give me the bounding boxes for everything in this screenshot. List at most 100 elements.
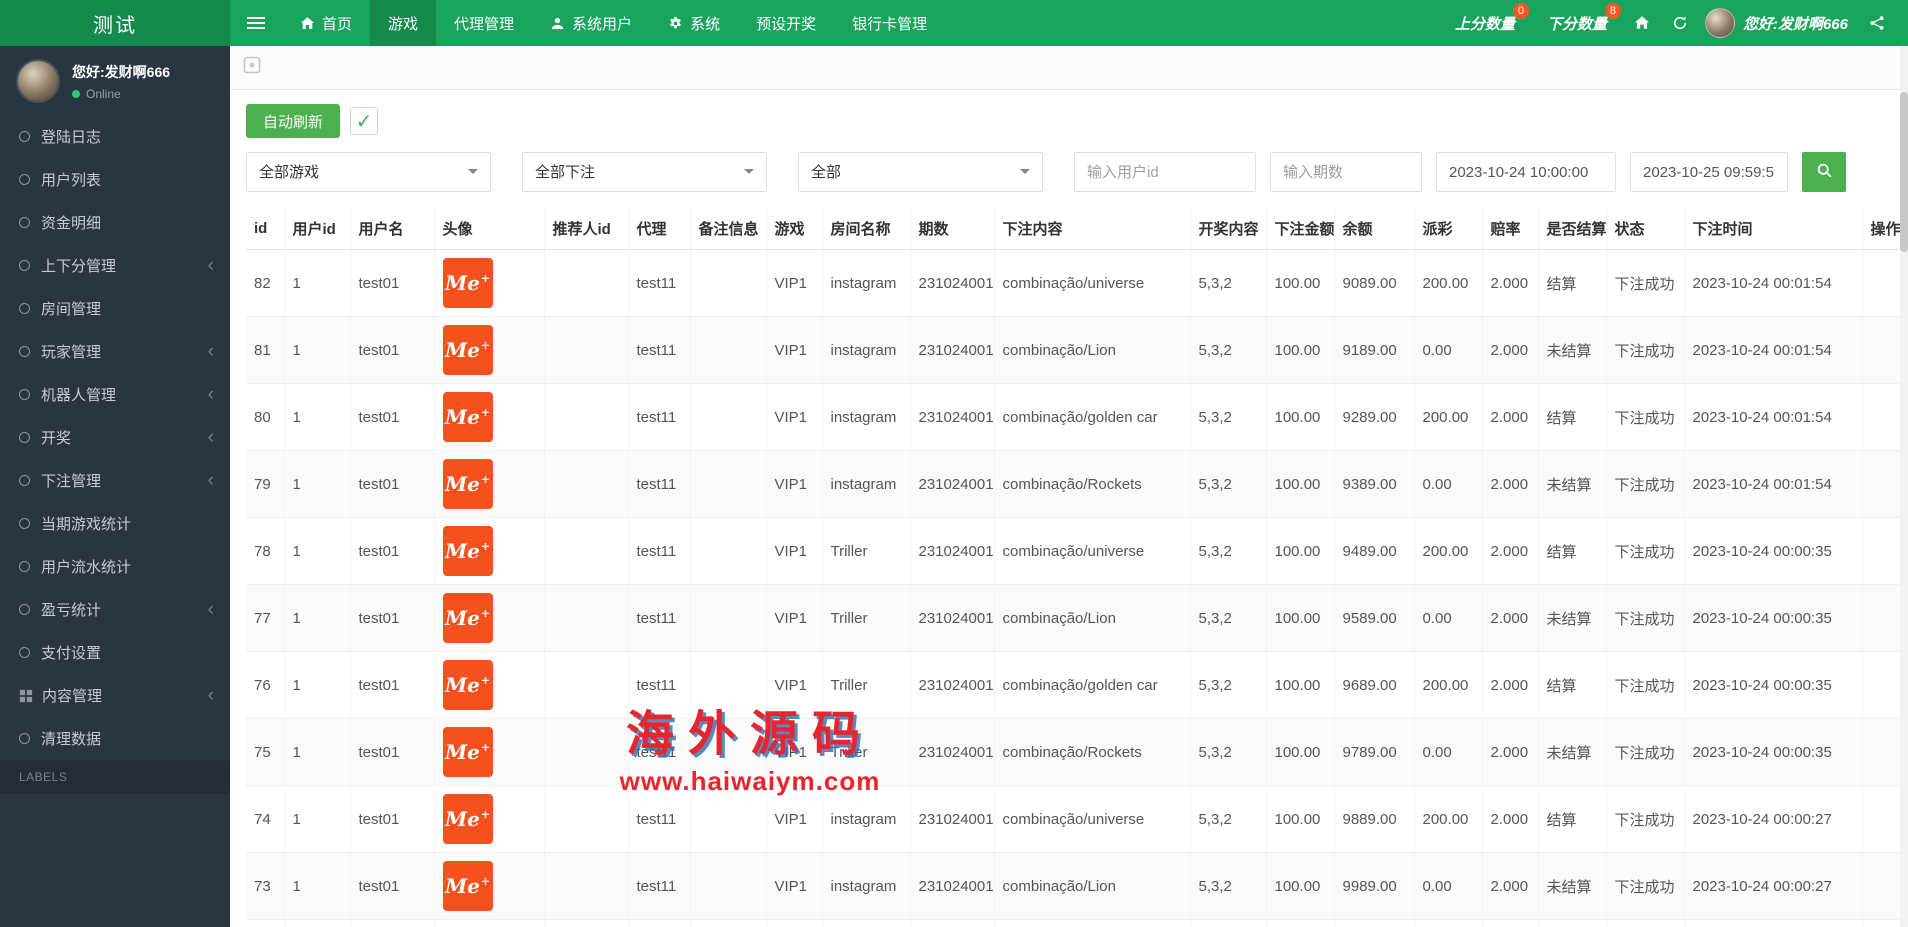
date-to-input[interactable] xyxy=(1630,152,1788,192)
nav-item-preset-draw[interactable]: 预设开奖 xyxy=(738,0,834,46)
sidebar-item-room-manage[interactable]: 房间管理 xyxy=(0,287,230,330)
sidebar-item-clear-data[interactable]: 清理数据 xyxy=(0,717,230,760)
cell-avatar: Me+ xyxy=(434,786,544,853)
cell-odds: 2.000 xyxy=(1482,786,1538,853)
period-input[interactable] xyxy=(1270,152,1422,192)
auto-refresh-checkbox[interactable]: ✓ xyxy=(350,107,378,135)
circle-icon xyxy=(19,475,30,486)
all-filter-select[interactable]: 全部 xyxy=(798,152,1043,192)
nav-item-system[interactable]: 系统 xyxy=(650,0,738,46)
cell-id: 79 xyxy=(246,451,284,518)
share-nodes-icon[interactable] xyxy=(1858,0,1896,46)
sidebar-item-login-log[interactable]: 登陆日志 xyxy=(0,115,230,158)
nav-item-agent-manage[interactable]: 代理管理 xyxy=(436,0,532,46)
cell-avatar: Me+ xyxy=(434,518,544,585)
cell-bet: combinação/universe xyxy=(994,250,1190,317)
main-content: 自动刷新 ✓ 全部游戏 全部下注 全部 xyxy=(230,46,1908,927)
nav-item-games[interactable]: 游戏 xyxy=(370,0,436,46)
game-filter-select[interactable]: 全部游戏 xyxy=(246,152,491,192)
cell-time: 2023-10-24 00:00:27 xyxy=(1684,920,1862,927)
cell-balance: 9989.00 xyxy=(1334,853,1414,920)
nav-item-bank-card-manage[interactable]: 银行卡管理 xyxy=(834,0,945,46)
chevron-left-icon: ‹ xyxy=(208,385,216,404)
sidebar-item-user-flow-stats[interactable]: 用户流水统计 xyxy=(0,545,230,588)
topbar-greeting[interactable]: 您好:发财啊666 xyxy=(1743,13,1858,34)
cell-odds: 2.000 xyxy=(1482,451,1538,518)
cell-settled: 未结算 xyxy=(1538,317,1606,384)
cell-balance: 9389.00 xyxy=(1334,451,1414,518)
cell-status: 下注成功 xyxy=(1606,853,1684,920)
cell-op xyxy=(1862,920,1902,927)
cell-uid: 1 xyxy=(284,786,350,853)
user-id-input[interactable] xyxy=(1074,152,1256,192)
column-header-1: 用户id xyxy=(284,208,350,250)
nav-item-system-users[interactable]: 系统用户 xyxy=(532,0,650,46)
cell-avatar: Me+ xyxy=(434,585,544,652)
sidebar-item-robot-manage[interactable]: 机器人管理‹ xyxy=(0,373,230,416)
column-header-12: 下注金额 xyxy=(1266,208,1334,250)
tab-icon[interactable] xyxy=(243,56,261,79)
sidebar-item-content-manage[interactable]: 内容管理‹ xyxy=(0,674,230,717)
table-row: 791test01Me+test11VIP1instagram231024001… xyxy=(246,451,1902,518)
auto-refresh-button[interactable]: 自动刷新 xyxy=(246,104,340,138)
cell-game: VIP1 xyxy=(766,384,822,451)
sidebar-item-profit-stats[interactable]: 盈亏统计‹ xyxy=(0,588,230,631)
sidebar-item-fund-detail[interactable]: 资金明细 xyxy=(0,201,230,244)
sidebar-item-score-manage[interactable]: 上下分管理‹ xyxy=(0,244,230,287)
down-score-link[interactable]: 下分数量 8 xyxy=(1531,0,1623,46)
cell-payout: 0.00 xyxy=(1414,585,1482,652)
cell-amount: 100.00 xyxy=(1266,451,1334,518)
avatar-image: Me+ xyxy=(443,258,493,308)
cell-bet: combinação/golden car xyxy=(994,652,1190,719)
up-score-link[interactable]: 上分数量 0 xyxy=(1439,0,1531,46)
cell-note xyxy=(690,518,766,585)
cell-result: 5,3,2 xyxy=(1190,585,1266,652)
cell-game: VIP1 xyxy=(766,652,822,719)
cell-avatar: Me+ xyxy=(434,853,544,920)
column-header-14: 派彩 xyxy=(1414,208,1482,250)
topbar-home-icon[interactable] xyxy=(1623,0,1661,46)
sidebar-item-payment-settings[interactable]: 支付设置 xyxy=(0,631,230,674)
refresh-icon[interactable] xyxy=(1661,0,1699,46)
page-scrollbar[interactable] xyxy=(1900,46,1908,927)
sidebar-item-user-list[interactable]: 用户列表 xyxy=(0,158,230,201)
table-row: 731test01Me+test11VIP1instagram231024001… xyxy=(246,853,1902,920)
cell-balance: 9289.00 xyxy=(1334,384,1414,451)
cell-id: 80 xyxy=(246,384,284,451)
cell-result: 5,3,2 xyxy=(1190,317,1266,384)
cell-agent: test11 xyxy=(628,853,690,920)
cell-result: 5,3,2 xyxy=(1190,384,1266,451)
table-row: 771test01Me+test11VIP1Triller231024001co… xyxy=(246,585,1902,652)
user-avatar[interactable] xyxy=(16,59,60,103)
cell-note xyxy=(690,652,766,719)
cell-result: 5,3,2 xyxy=(1190,451,1266,518)
cell-uname: test01 xyxy=(350,451,434,518)
cell-status: 下注成功 xyxy=(1606,920,1684,927)
sidebar-item-draw[interactable]: 开奖‹ xyxy=(0,416,230,459)
bet-filter-select[interactable]: 全部下注 xyxy=(522,152,767,192)
cell-game: VIP1 xyxy=(766,920,822,927)
nav-item-home[interactable]: 首页 xyxy=(282,0,370,46)
sidebar-item-player-manage[interactable]: 玩家管理‹ xyxy=(0,330,230,373)
sidebar-item-bet-manage[interactable]: 下注管理‹ xyxy=(0,459,230,502)
avatar-image: Me+ xyxy=(443,392,493,442)
cell-game: VIP1 xyxy=(766,786,822,853)
avatar-image: Me+ xyxy=(443,794,493,844)
cell-time: 2023-10-24 00:00:35 xyxy=(1684,585,1862,652)
cell-avatar: Me+ xyxy=(434,384,544,451)
column-header-9: 期数 xyxy=(910,208,994,250)
topbar-avatar[interactable] xyxy=(1705,8,1735,38)
cell-settled: 未结算 xyxy=(1538,719,1606,786)
search-button[interactable] xyxy=(1802,152,1846,192)
cell-game: VIP1 xyxy=(766,585,822,652)
cell-odds: 2.000 xyxy=(1482,652,1538,719)
date-from-input[interactable] xyxy=(1436,152,1616,192)
cell-note xyxy=(690,317,766,384)
cell-amount: 100.00 xyxy=(1266,518,1334,585)
hamburger-icon[interactable] xyxy=(230,0,282,46)
scrollbar-thumb[interactable] xyxy=(1900,92,1908,252)
cell-bet: combinação/golden car xyxy=(994,384,1190,451)
cell-ref xyxy=(544,786,628,853)
sidebar-item-current-game-stats[interactable]: 当期游戏统计 xyxy=(0,502,230,545)
cell-period: 231024001 xyxy=(910,585,994,652)
